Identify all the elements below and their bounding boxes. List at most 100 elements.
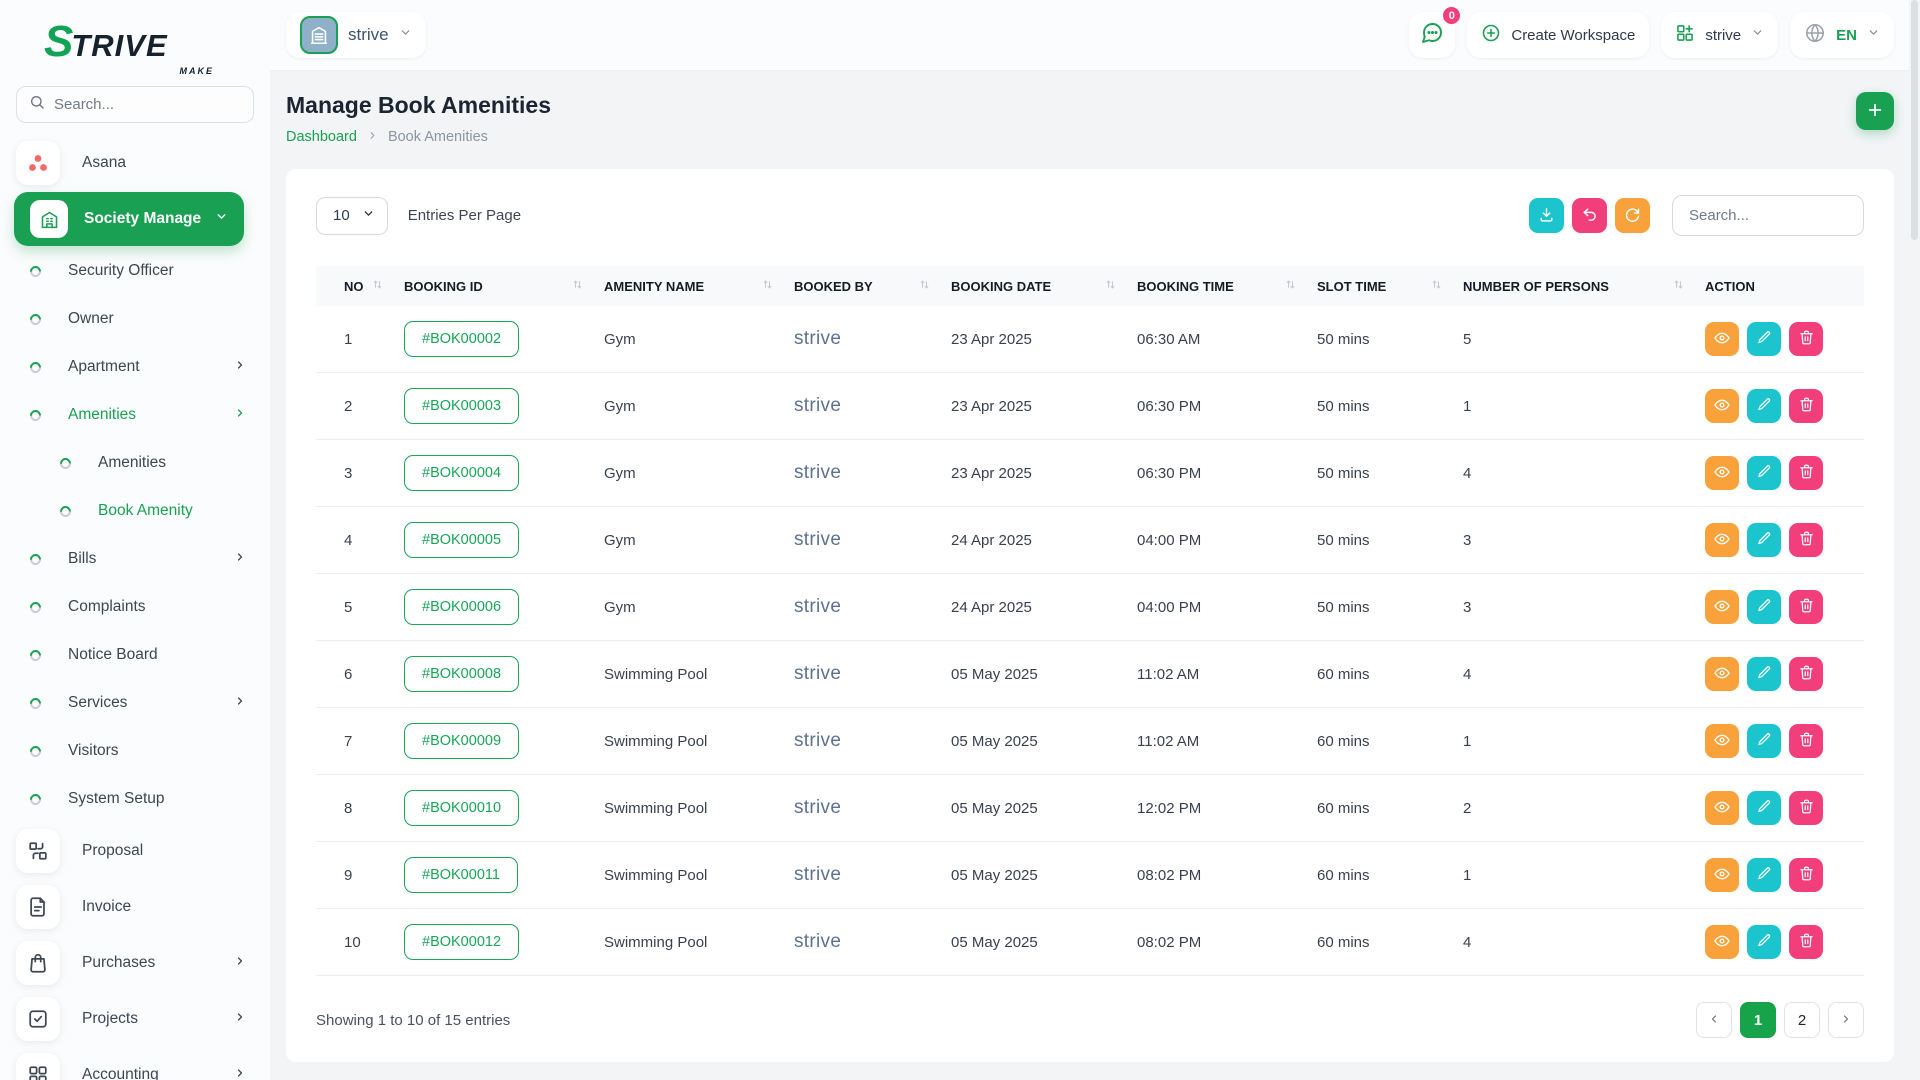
sort-icon[interactable] xyxy=(1286,278,1295,294)
pagination-page-1[interactable]: 1 xyxy=(1740,1002,1776,1038)
table-search-input[interactable] xyxy=(1672,195,1864,236)
sidebar-item-asana[interactable]: Asana xyxy=(0,135,270,191)
back-button[interactable] xyxy=(1572,198,1607,233)
sidebar-search-input[interactable] xyxy=(54,96,241,113)
showing-entries-text: Showing 1 to 10 of 15 entries xyxy=(316,1012,510,1029)
view-button[interactable] xyxy=(1705,724,1739,758)
chevron-left-icon xyxy=(1708,1012,1720,1029)
edit-button[interactable] xyxy=(1747,858,1781,892)
sidebar-item-amenities[interactable]: Amenities xyxy=(0,391,270,439)
column-header-booked-by[interactable]: BOOKED BY xyxy=(794,266,951,306)
sidebar-item-proposal[interactable]: Proposal xyxy=(0,823,270,879)
sort-icon[interactable] xyxy=(1106,278,1115,294)
cell-booking-date: 05 May 2025 xyxy=(951,641,1137,708)
edit-button[interactable] xyxy=(1747,389,1781,423)
app-root: STRIVE MAKE Asana Society Manage xyxy=(0,0,1920,1080)
sidebar-item-notice-board[interactable]: Notice Board xyxy=(0,631,270,679)
workspace-selector[interactable]: strive xyxy=(286,12,426,58)
edit-button[interactable] xyxy=(1747,322,1781,356)
view-button[interactable] xyxy=(1705,523,1739,557)
delete-button[interactable] xyxy=(1789,456,1823,490)
view-button[interactable] xyxy=(1705,925,1739,959)
sort-icon[interactable] xyxy=(763,278,772,294)
sidebar-item-projects[interactable]: Projects xyxy=(0,991,270,1047)
sidebar-item-complaints[interactable]: Complaints xyxy=(0,583,270,631)
column-header-slot-time[interactable]: SLOT TIME xyxy=(1317,266,1463,306)
sort-icon[interactable] xyxy=(373,278,382,294)
delete-button[interactable] xyxy=(1789,590,1823,624)
delete-button[interactable] xyxy=(1789,724,1823,758)
edit-button[interactable] xyxy=(1747,456,1781,490)
sidebar-item-security-officer[interactable]: Security Officer xyxy=(0,247,270,295)
edit-button[interactable] xyxy=(1747,590,1781,624)
language-selector[interactable]: EN xyxy=(1790,12,1894,58)
view-button[interactable] xyxy=(1705,322,1739,356)
column-header-no[interactable]: NO xyxy=(316,266,404,306)
view-button[interactable] xyxy=(1705,791,1739,825)
delete-button[interactable] xyxy=(1789,322,1823,356)
pagination-next-button[interactable] xyxy=(1828,1002,1864,1038)
sort-icon[interactable] xyxy=(1432,278,1441,294)
sidebar-item-system-setup[interactable]: System Setup xyxy=(0,775,270,823)
delete-button[interactable] xyxy=(1789,925,1823,959)
view-button[interactable] xyxy=(1705,456,1739,490)
edit-button[interactable] xyxy=(1747,523,1781,557)
sidebar-item-services[interactable]: Services xyxy=(0,679,270,727)
edit-button[interactable] xyxy=(1747,791,1781,825)
column-header-number-of-persons[interactable]: NUMBER OF PERSONS xyxy=(1463,266,1705,306)
cell-booking-time: 11:02 AM xyxy=(1137,708,1317,775)
edit-button[interactable] xyxy=(1747,657,1781,691)
sidebar-item-apartment[interactable]: Apartment xyxy=(0,343,270,391)
chat-button[interactable]: 0 xyxy=(1409,12,1455,58)
plus-circle-icon xyxy=(1481,23,1501,48)
delete-button[interactable] xyxy=(1789,389,1823,423)
edit-button[interactable] xyxy=(1747,925,1781,959)
sidebar-item-society-manage[interactable]: Society Manage xyxy=(14,192,244,246)
column-header-booking-time[interactable]: BOOKING TIME xyxy=(1137,266,1317,306)
sidebar-item-label: Bills xyxy=(68,550,234,568)
view-button[interactable] xyxy=(1705,858,1739,892)
add-booking-button[interactable] xyxy=(1856,92,1894,130)
view-button[interactable] xyxy=(1705,590,1739,624)
sidebar-subitem-amenities[interactable]: Amenities xyxy=(0,439,270,487)
sort-icon[interactable] xyxy=(1674,278,1683,294)
cell-booking-date: 23 Apr 2025 xyxy=(951,373,1137,440)
sort-icon[interactable] xyxy=(920,278,929,294)
cell-slot-time: 60 mins xyxy=(1317,708,1463,775)
export-button[interactable] xyxy=(1529,198,1564,233)
sidebar-item-label: Visitors xyxy=(68,742,246,760)
view-button[interactable] xyxy=(1705,389,1739,423)
page-title: Manage Book Amenities xyxy=(286,92,551,119)
delete-button[interactable] xyxy=(1789,858,1823,892)
booked-by-logo: strive xyxy=(794,797,841,818)
scrollbar-thumb[interactable] xyxy=(1911,0,1918,240)
edit-button[interactable] xyxy=(1747,724,1781,758)
delete-button[interactable] xyxy=(1789,523,1823,557)
column-header-booking-date[interactable]: BOOKING DATE xyxy=(951,266,1137,306)
sidebar-subitem-book-amenity[interactable]: Book Amenity xyxy=(0,487,270,535)
trash-icon xyxy=(1799,732,1814,750)
view-button[interactable] xyxy=(1705,657,1739,691)
breadcrumb-dashboard-link[interactable]: Dashboard xyxy=(286,129,357,145)
column-header-booking-id[interactable]: BOOKING ID xyxy=(404,266,604,306)
sidebar-item-visitors[interactable]: Visitors xyxy=(0,727,270,775)
sidebar-item-accounting[interactable]: Accounting xyxy=(0,1047,270,1080)
cell-no: 7 xyxy=(316,708,404,775)
entries-per-page-select[interactable]: 10 xyxy=(316,197,388,235)
pagination-prev-button[interactable] xyxy=(1696,1002,1732,1038)
delete-button[interactable] xyxy=(1789,657,1823,691)
create-workspace-button[interactable]: Create Workspace xyxy=(1467,12,1649,58)
pagination-page-2[interactable]: 2 xyxy=(1784,1002,1820,1038)
delete-button[interactable] xyxy=(1789,791,1823,825)
column-header-amenity-name[interactable]: AMENITY NAME xyxy=(604,266,794,306)
refresh-button[interactable] xyxy=(1615,198,1650,233)
sidebar-item-purchases[interactable]: Purchases xyxy=(0,935,270,991)
page-scrollbar[interactable] xyxy=(1909,0,1920,1080)
cell-slot-time: 60 mins xyxy=(1317,641,1463,708)
sidebar-item-invoice[interactable]: Invoice xyxy=(0,879,270,935)
chevron-right-icon xyxy=(234,1066,246,1080)
sidebar-item-owner[interactable]: Owner xyxy=(0,295,270,343)
sort-icon[interactable] xyxy=(573,278,582,294)
workspace-menu[interactable]: strive xyxy=(1661,12,1778,58)
sidebar-item-bills[interactable]: Bills xyxy=(0,535,270,583)
